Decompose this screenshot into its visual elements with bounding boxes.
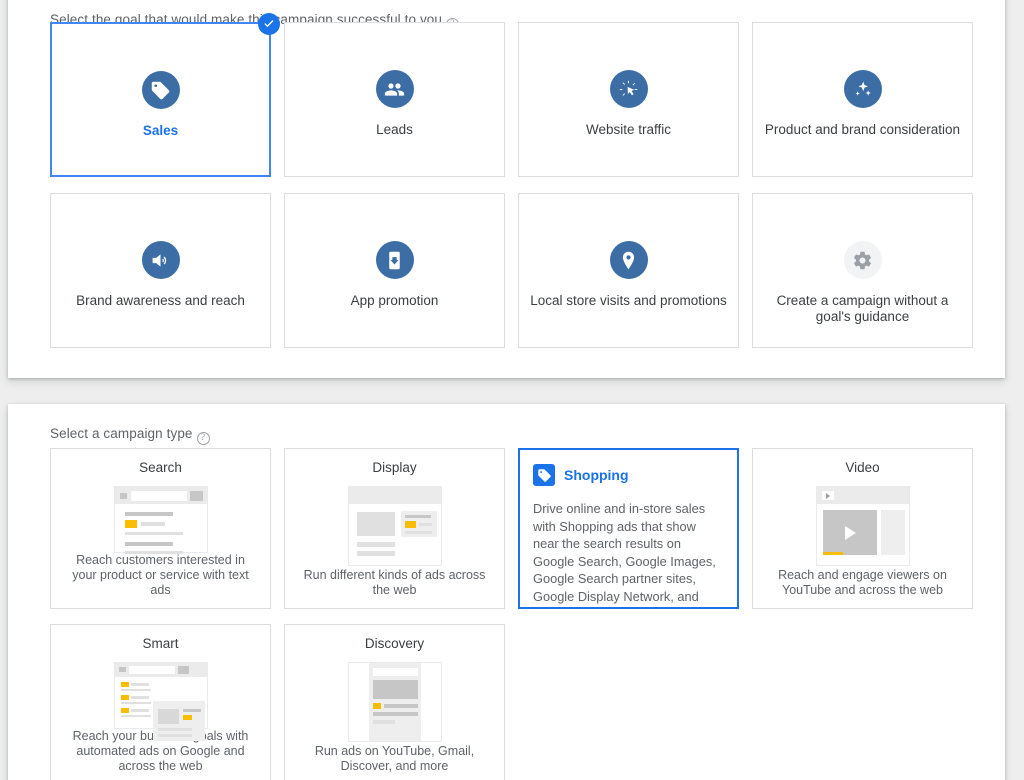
goal-card-local-store-visits-and-promotions[interactable]: Local store visits and promotions: [518, 193, 739, 348]
megaphone-speaker-icon: [142, 241, 180, 279]
campaign-type-card-grid: Search Reach customers interested in your…: [50, 448, 971, 780]
campaign-type-section-label-text: Select a campaign type: [50, 426, 193, 441]
campaign-type-card-shopping[interactable]: Shopping Drive online and in-store sales …: [518, 448, 739, 609]
goal-card-create-a-campaign-without-a-goal-s-guidance[interactable]: Create a campaign without a goal's guida…: [752, 193, 973, 348]
goal-card-label: Website traffic: [586, 122, 671, 138]
campaign-type-card-video[interactable]: Video Reach and engage viewers on YouTube…: [752, 448, 973, 609]
campaign-type-title: Discovery: [365, 635, 424, 653]
video-player-thumbnail: [816, 486, 910, 566]
campaign-type-description: Run different kinds of ads across the we…: [295, 568, 494, 600]
goal-card-sales[interactable]: Sales: [50, 22, 271, 177]
goal-card-product-and-brand-consideration[interactable]: Product and brand consideration: [752, 22, 973, 177]
help-icon[interactable]: ?: [197, 432, 210, 445]
campaign-type-description: Reach customers interested in your produ…: [61, 553, 260, 600]
campaign-type-card-smart[interactable]: SmartReach your business goals with auto…: [50, 624, 271, 780]
goal-card-label: Leads: [376, 122, 413, 138]
campaign-creation-page: Select the goal that would make this cam…: [0, 0, 1024, 780]
goal-card-app-promotion[interactable]: App promotion: [284, 193, 505, 348]
price-tag-icon: [142, 71, 180, 109]
sparkle-icon: [844, 70, 882, 108]
discovery-feed-thumbnail: [348, 662, 442, 742]
goal-card-label: App promotion: [351, 293, 439, 309]
campaign-type-section-label: Select a campaign type?: [50, 426, 210, 443]
campaign-type-description: Run ads on YouTube, Gmail, Discover, and…: [295, 744, 494, 776]
check-circle-icon: [258, 13, 280, 35]
display-banner-thumbnail: [348, 486, 442, 566]
campaign-type-panel: Select a campaign type? Search Reach cust…: [8, 404, 1005, 780]
goal-card-leads[interactable]: Leads: [284, 22, 505, 177]
campaign-type-title: Video: [845, 459, 879, 477]
campaign-type-card-display[interactable]: Display Run different kinds of ads across…: [284, 448, 505, 609]
mobile-download-icon: [376, 241, 414, 279]
shopping-tag-icon: [533, 464, 555, 486]
campaign-type-card-discovery[interactable]: Discovery Run ads on YouTube, Gmail, Disc…: [284, 624, 505, 780]
goal-card-label: Local store visits and promotions: [530, 293, 727, 309]
smart-mixed-thumbnail: [114, 662, 208, 729]
campaign-type-title: Display: [372, 459, 416, 477]
campaign-type-title: Search: [139, 459, 182, 477]
goal-card-label: Brand awareness and reach: [76, 293, 245, 309]
campaign-type-title: Shopping: [564, 467, 629, 483]
search-results-thumbnail: [114, 486, 208, 553]
campaign-type-card-search[interactable]: Search Reach customers interested in your…: [50, 448, 271, 609]
gear-icon: [844, 241, 882, 279]
goal-selection-panel: Select the goal that would make this cam…: [8, 0, 1005, 378]
goal-card-brand-awareness-and-reach[interactable]: Brand awareness and reach: [50, 193, 271, 348]
goal-card-label: Product and brand consideration: [765, 122, 960, 138]
campaign-type-description: Reach and engage viewers on YouTube and …: [763, 568, 962, 600]
location-pin-icon: [610, 241, 648, 279]
campaign-type-description: Drive online and in-store sales with Sho…: [533, 500, 724, 609]
goal-card-website-traffic[interactable]: Website traffic: [518, 22, 739, 177]
campaign-type-title: Smart: [142, 635, 178, 653]
goal-card-grid: Sales Leads Website traffic Product and bra…: [50, 22, 971, 348]
campaign-type-header: Shopping: [533, 464, 728, 486]
click-cursor-icon: [610, 70, 648, 108]
goal-card-label: Sales: [143, 123, 178, 139]
goal-card-label: Create a campaign without a goal's guida…: [763, 293, 963, 325]
people-icon: [376, 70, 414, 108]
